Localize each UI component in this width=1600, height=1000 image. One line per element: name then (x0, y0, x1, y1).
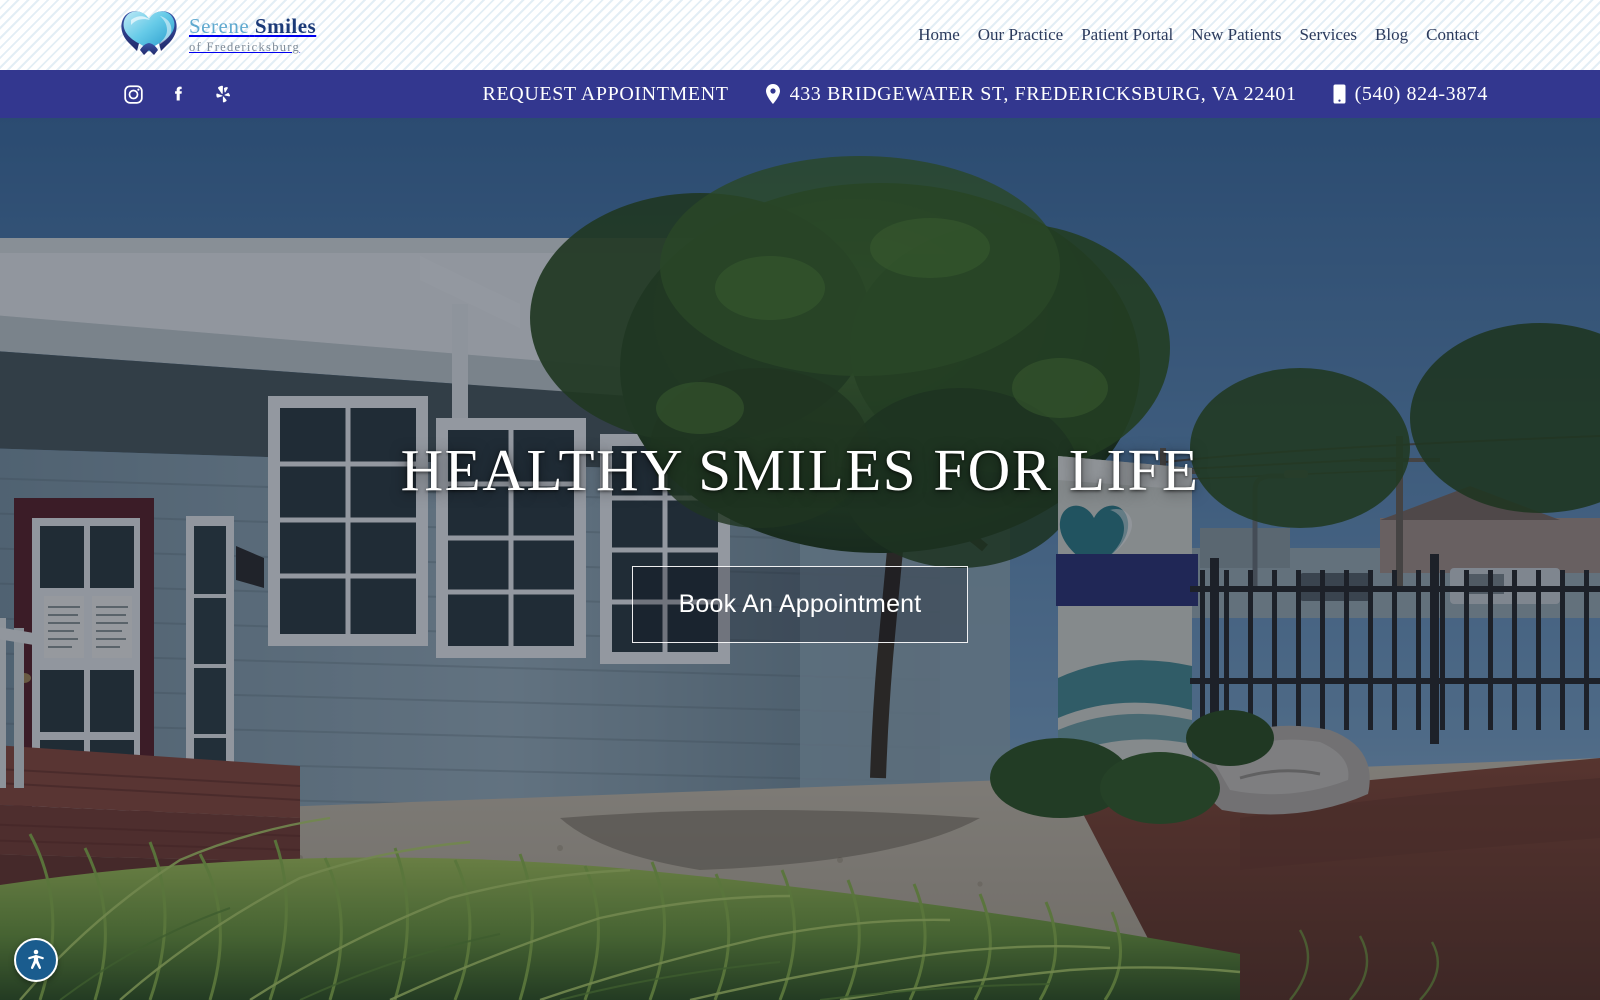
site-header: Serene Smiles of Fredericksburg Home Our… (0, 0, 1600, 70)
contact-bar: REQUEST APPOINTMENT 433 BRIDGEWATER ST, … (0, 70, 1600, 118)
logo-tagline: of Fredericksburg (189, 40, 301, 55)
phone-link[interactable]: (540) 824-3874 (1333, 83, 1488, 106)
hero-section: HEALTHY SMILES FOR LIFE Book An Appointm… (0, 118, 1600, 1000)
nav-services[interactable]: Services (1290, 25, 1366, 45)
nav-home[interactable]: Home (909, 25, 969, 45)
mobile-phone-icon (1333, 84, 1346, 104)
accessibility-person-icon (28, 949, 44, 969)
accessibility-widget-button[interactable] (14, 938, 58, 982)
hero-content: HEALTHY SMILES FOR LIFE Book An Appointm… (0, 118, 1600, 1000)
site-logo[interactable]: Serene Smiles of Fredericksburg (118, 6, 316, 64)
request-appointment-label: REQUEST APPOINTMENT (482, 82, 729, 105)
address-link[interactable]: 433 BRIDGEWATER ST, FREDERICKSBURG, VA 2… (765, 83, 1297, 106)
tooth-heart-logo-icon (121, 11, 177, 55)
logo-name: Serene Smiles (189, 16, 316, 37)
nav-our-practice[interactable]: Our Practice (969, 25, 1072, 45)
page-root: Serene Smiles of Fredericksburg Home Our… (0, 0, 1600, 1000)
instagram-icon[interactable] (122, 83, 144, 105)
logo-wordmark: Serene Smiles of Fredericksburg (189, 16, 316, 54)
contact-bar-links: REQUEST APPOINTMENT 433 BRIDGEWATER ST, … (483, 83, 1488, 106)
address-label: 433 BRIDGEWATER ST, FREDERICKSBURG, VA 2… (789, 82, 1297, 105)
nav-blog[interactable]: Blog (1366, 25, 1417, 45)
phone-label: (540) 824-3874 (1354, 82, 1488, 105)
book-appointment-button[interactable]: Book An Appointment (631, 565, 969, 643)
map-pin-icon (765, 84, 781, 104)
nav-contact[interactable]: Contact (1417, 25, 1488, 45)
request-appointment-link[interactable]: REQUEST APPOINTMENT (483, 83, 729, 106)
logo-name-smiles: Smiles (254, 14, 317, 39)
nav-patient-portal[interactable]: Patient Portal (1072, 25, 1182, 45)
main-navigation: Home Our Practice Patient Portal New Pat… (909, 25, 1488, 45)
hero-heading: HEALTHY SMILES FOR LIFE (400, 436, 1200, 503)
nav-new-patients[interactable]: New Patients (1182, 25, 1290, 45)
logo-name-serene: Serene (189, 14, 250, 39)
yelp-icon[interactable] (212, 83, 234, 105)
social-links (122, 83, 234, 105)
facebook-icon[interactable] (167, 83, 189, 105)
